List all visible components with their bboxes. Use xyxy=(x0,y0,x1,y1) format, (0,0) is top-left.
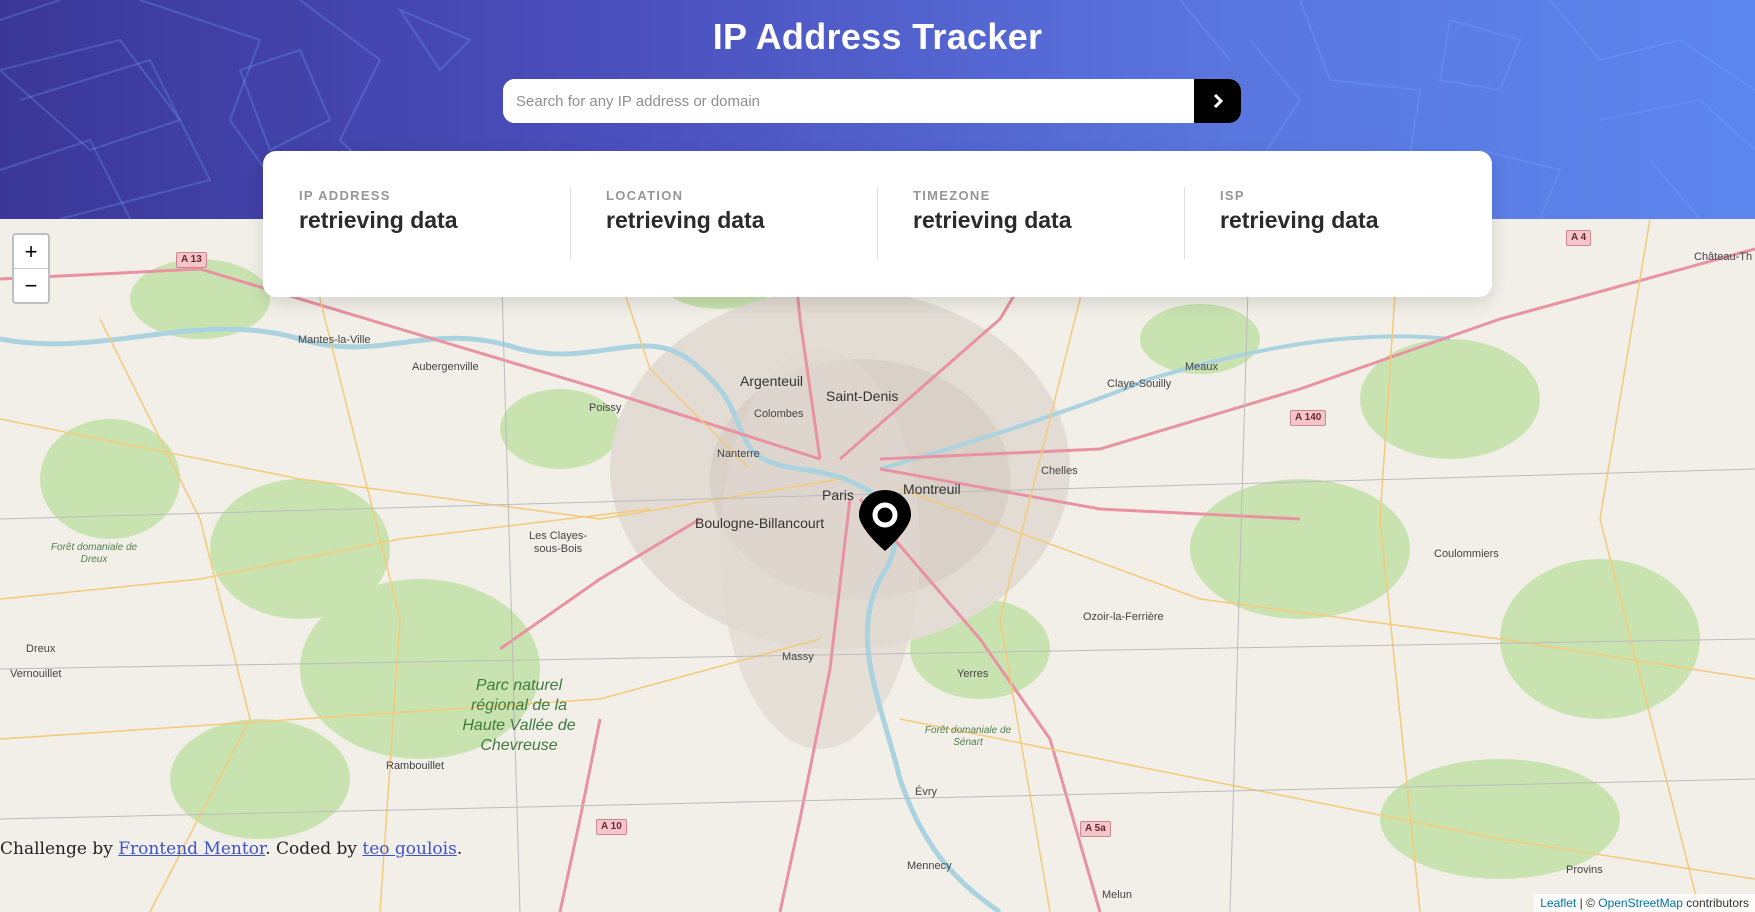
map-label-massy: Massy xyxy=(782,651,814,663)
map-label-mantes: Mantes-la-Ville xyxy=(298,334,371,346)
map-label-evry: Évry xyxy=(915,786,937,798)
shield-a13: A 13 xyxy=(176,252,207,268)
map-label-poissy: Poissy xyxy=(589,402,622,414)
challenge-attribution: Challenge by Frontend Mentor. Coded by t… xyxy=(0,839,462,859)
shield-a4: A 4 xyxy=(1566,230,1592,246)
attribution-text: . Coded by xyxy=(265,839,363,859)
map-label-yerres: Yerres xyxy=(957,668,989,680)
map-label-forest-senart: Forêt domaniale de Sénart xyxy=(924,725,1012,748)
ip-info-card: IP ADDRESS retrieving data LOCATION retr… xyxy=(263,151,1492,297)
info-location: LOCATION retrieving data xyxy=(570,187,877,297)
map-tiles xyxy=(0,219,1755,912)
map-label-provins: Provins xyxy=(1566,864,1603,876)
author-link[interactable]: teo goulois xyxy=(362,839,456,859)
map-label-meaux: Meaux xyxy=(1185,361,1219,373)
map-view[interactable]: Paris Boulogne-Billancourt Argenteuil Sa… xyxy=(0,219,1755,912)
info-timezone: TIMEZONE retrieving data xyxy=(877,187,1184,297)
search-input[interactable] xyxy=(503,79,1194,123)
map-label-nanterre: Nanterre xyxy=(717,448,760,460)
info-label: LOCATION xyxy=(606,188,684,203)
map-label-ozoir: Ozoir-la-Ferrière xyxy=(1083,611,1164,623)
leaflet-link[interactable]: Leaflet xyxy=(1540,896,1576,910)
zoom-out-button[interactable]: − xyxy=(14,268,48,302)
info-isp: ISP retrieving data xyxy=(1184,187,1491,297)
openstreetmap-link[interactable]: OpenStreetMap xyxy=(1598,896,1683,910)
map-label-chateau-thierry: Château-Th xyxy=(1694,251,1753,263)
map-label-boulogne: Boulogne-Billancourt xyxy=(695,515,825,531)
map-label-mennecy: Mennecy xyxy=(907,860,952,872)
info-value: retrieving data xyxy=(606,207,765,233)
zoom-in-button[interactable]: + xyxy=(14,235,48,268)
info-label: TIMEZONE xyxy=(913,188,991,203)
map-label-melun: Melun xyxy=(1102,889,1132,901)
info-label: IP ADDRESS xyxy=(299,188,391,203)
map-label-colombes: Colombes xyxy=(754,408,804,420)
zoom-control: + − xyxy=(12,233,50,304)
map-label-rambouillet: Rambouillet xyxy=(386,760,445,772)
location-pin-icon[interactable] xyxy=(858,489,912,553)
attribution-text: Challenge by xyxy=(0,839,119,859)
map-label-paris: Paris xyxy=(822,487,854,503)
map-label-coulommiers: Coulommiers xyxy=(1434,548,1499,560)
map-label-aubergenville: Aubergenville xyxy=(412,361,479,373)
info-label: ISP xyxy=(1220,188,1245,203)
map-label-saint-denis: Saint-Denis xyxy=(826,388,899,404)
search-bar xyxy=(503,79,1241,123)
attribution-text: contributors xyxy=(1682,896,1749,910)
search-submit-button[interactable] xyxy=(1194,79,1241,123)
frontend-mentor-link[interactable]: Frontend Mentor xyxy=(118,839,265,859)
shield-a140: A 140 xyxy=(1290,410,1327,426)
attribution-text: | © xyxy=(1576,896,1599,910)
map-label-park: Parc naturel régional de la Haute Vallée… xyxy=(462,677,576,754)
map-attribution: Leaflet | © OpenStreetMap contributors xyxy=(1534,894,1755,912)
map-label-dreux: Dreux xyxy=(26,643,56,655)
map-label-forest-dreux: Forêt domaniale de Dreux xyxy=(50,542,138,565)
chevron-right-icon xyxy=(1213,94,1223,108)
attribution-text: . xyxy=(456,839,463,859)
map-label-les-clayes: Les Clayes-sous-Bois xyxy=(528,530,588,555)
map-label-argenteuil: Argenteuil xyxy=(740,373,804,389)
map-label-vernouillet: Vernouillet xyxy=(10,668,62,680)
shield-a5a: A 5a xyxy=(1080,821,1111,837)
page-title: IP Address Tracker xyxy=(712,16,1043,57)
shield-a10: A 10 xyxy=(596,819,627,835)
map-label-chelles: Chelles xyxy=(1041,465,1078,477)
info-value: retrieving data xyxy=(1220,207,1379,233)
info-ip-address: IP ADDRESS retrieving data xyxy=(263,187,570,297)
info-value: retrieving data xyxy=(913,207,1072,233)
map-label-claye-souilly: Claye-Souilly xyxy=(1107,378,1172,390)
info-value: retrieving data xyxy=(299,207,458,233)
